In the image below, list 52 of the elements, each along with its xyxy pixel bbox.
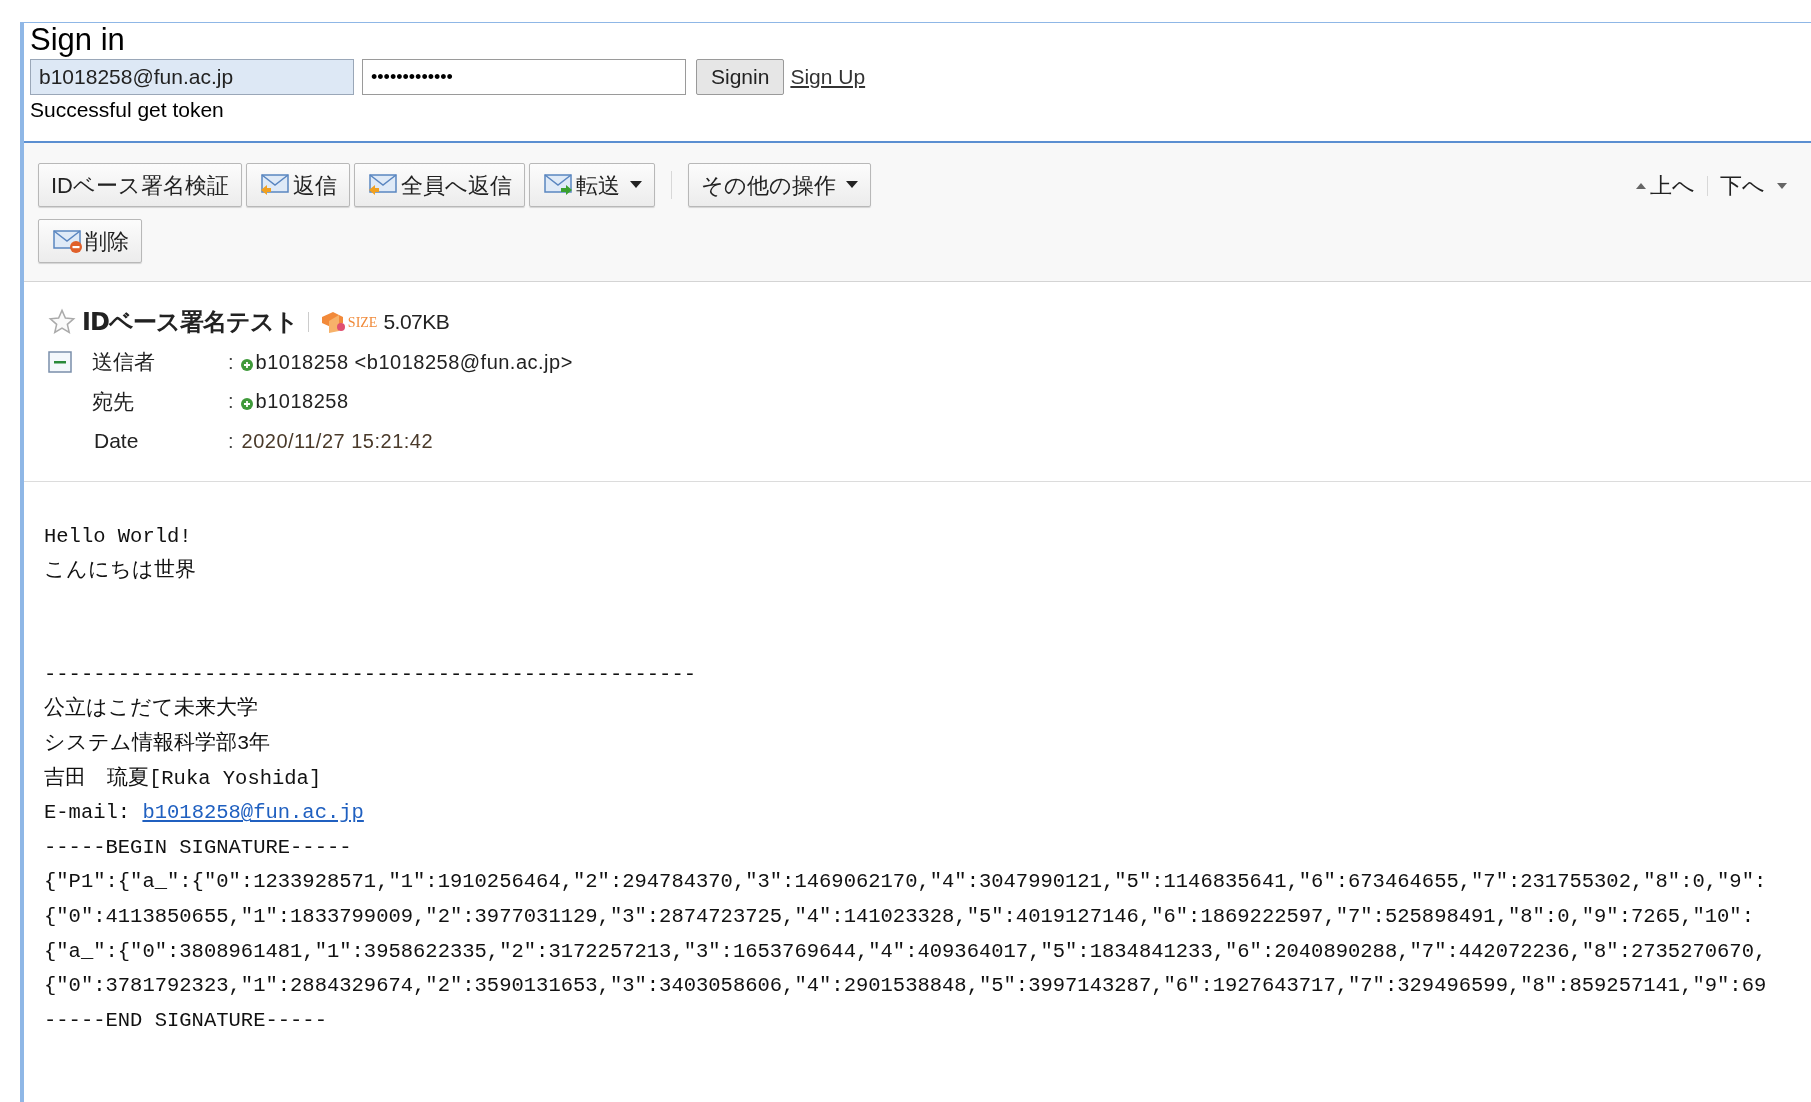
colon-text: : xyxy=(228,389,234,415)
toolbar-button[interactable]: 返信 xyxy=(246,163,350,207)
toolbar-button[interactable]: IDベース署名検証 xyxy=(38,163,242,207)
reply-envelope-icon xyxy=(367,172,399,198)
header-label: Date xyxy=(93,428,140,454)
status-text: Successful get token xyxy=(30,97,225,123)
size-label: SIZE xyxy=(347,313,378,332)
body-text-line: -----BEGIN SIGNATURE----- xyxy=(44,835,352,859)
nav-link[interactable]: 上へ xyxy=(1636,169,1695,202)
body-text-line: 吉田 琉夏[Ruka Yoshida] xyxy=(44,766,322,790)
body-text-line: Hello World! xyxy=(44,524,192,548)
header-label: 宛先 xyxy=(91,388,135,415)
up-triangle-icon xyxy=(1636,182,1646,189)
header-value: b1018258 xyxy=(255,389,349,415)
body-text-line: {"a_":{"0":3808961481,"1":3958622335,"2":3172257213,"3":1653769644,"4":409364017,"5":1834841233,"6":2040890288,"7":442072236,"8":2735270670, xyxy=(44,939,1767,963)
body-text-line: こんにちは世界 xyxy=(44,559,196,583)
body-text-line: {"P1":{"a_":{"0":1233928571,"1":1910256464,"2":294784370,"3":1469062170,"4":3047990121,"5":1146835641,"6":673464655,"7":231755302,"8":0,"9": xyxy=(44,870,1767,894)
body-text-line: {"0":3781792323,"1":2884329674,"2":3590131653,"3":3403058606,"4":2901538848,"5":3997143287,"6":1927643717,"7":329496599,"8":859257141,"9":69 xyxy=(44,974,1767,998)
colon-text: : xyxy=(228,428,234,454)
sign-in-title: Sign in xyxy=(30,23,126,57)
size-text: 5.07KB xyxy=(383,309,450,336)
message-subject: IDベース署名テスト xyxy=(82,307,298,338)
toolbar-button[interactable]: 転送 xyxy=(529,163,655,207)
add-contact-icon[interactable] xyxy=(239,397,254,412)
body-text-line: -----END SIGNATURE----- xyxy=(44,1008,327,1032)
header-value: b1018258 <b1018258@fun.ac.jp> xyxy=(255,349,573,375)
toolbar-button[interactable]: その他の操作 xyxy=(688,163,871,207)
nav-link[interactable]: 下へ xyxy=(1720,169,1787,202)
header-label: 送信者 xyxy=(91,349,156,375)
email-field[interactable]: b1018258@fun.ac.jp xyxy=(30,59,354,95)
password-field[interactable]: ••••••••••••• xyxy=(362,59,686,95)
body-text-line: システム情報科学部3年 xyxy=(44,732,271,756)
reply-envelope-icon xyxy=(259,172,291,198)
toolbar-button[interactable]: 全員へ返信 xyxy=(354,163,525,207)
colon-text: : xyxy=(228,349,234,375)
caret-icon xyxy=(846,181,858,189)
forward-envelope-icon xyxy=(542,172,574,198)
add-contact-icon[interactable] xyxy=(239,357,254,372)
header-value: 2020/11/27 15:21:42 xyxy=(241,428,434,454)
toolbar-button[interactable]: 削除 xyxy=(38,219,142,263)
body-text-line: 公立はこだて未来大学 xyxy=(44,697,258,721)
email-label: E-mail: xyxy=(44,801,132,825)
signin-button[interactable]: Signin xyxy=(696,59,785,95)
sign-up-link[interactable]: Sign Up xyxy=(790,61,866,93)
body-text-line: {"0":4113850655,"1":1833799009,"2":3977031129,"3":2874723725,"4":141023328,"5":4019127146,"6":1869222597,"7":525898491,"8":0,"9":7265,"10": xyxy=(44,905,1754,929)
email-link[interactable]: b1018258@fun.ac.jp xyxy=(142,801,364,825)
collapse-icon[interactable] xyxy=(48,350,72,373)
dashed-divider-text: ----------------------------------------------------- xyxy=(44,662,696,686)
caret-icon xyxy=(630,181,642,189)
down-triangle-icon xyxy=(1777,182,1787,189)
star-icon[interactable] xyxy=(48,308,76,336)
delete-envelope-icon xyxy=(51,228,83,254)
